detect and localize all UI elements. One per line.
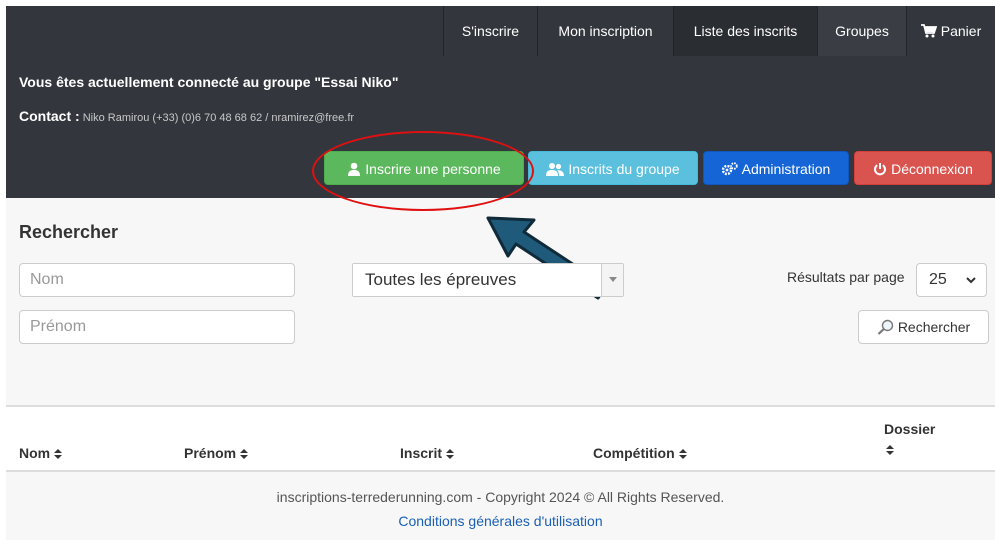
nav-cart[interactable]: Panier bbox=[906, 6, 995, 56]
event-select-value: Toutes les épreuves bbox=[365, 270, 517, 289]
results-per-page-value: 25 bbox=[929, 271, 947, 288]
magnifier-icon bbox=[877, 319, 894, 335]
caret-down-icon bbox=[609, 277, 617, 282]
results-table-header: Nom Prénom Inscrit Compétition Dossier bbox=[6, 405, 995, 472]
footer-copyright: inscriptions-terrederunning.com - Copyri… bbox=[276, 489, 725, 505]
page-frame: S'inscrire Mon inscription Liste des ins… bbox=[6, 6, 995, 540]
nav-cart-label: Panier bbox=[940, 23, 982, 39]
group-members-label: Inscrits du groupe bbox=[568, 161, 680, 177]
column-nom-label: Nom bbox=[19, 445, 51, 461]
chevron-down-icon bbox=[966, 277, 976, 284]
column-inscrit[interactable]: Inscrit bbox=[400, 445, 455, 461]
column-competition-label: Compétition bbox=[593, 445, 675, 461]
nav-my-registration[interactable]: Mon inscription bbox=[537, 6, 673, 56]
column-prenom[interactable]: Prénom bbox=[184, 445, 249, 461]
contact-info: Niko Ramirou (+33) (0)6 70 48 68 62 / nr… bbox=[82, 112, 355, 124]
sort-icon bbox=[240, 449, 249, 459]
search-button[interactable]: Rechercher bbox=[858, 310, 989, 344]
administration-button[interactable]: Administration bbox=[703, 151, 849, 185]
prenom-input[interactable]: Prénom bbox=[19, 310, 295, 344]
logout-button[interactable]: Déconnexion bbox=[854, 151, 992, 185]
search-button-label: Rechercher bbox=[897, 319, 971, 335]
column-dossier-label: Dossier bbox=[884, 421, 936, 437]
user-icon bbox=[348, 162, 361, 176]
power-icon bbox=[874, 163, 887, 176]
results-per-page-select[interactable]: 25 bbox=[916, 263, 987, 297]
event-select-toggle[interactable] bbox=[601, 264, 623, 296]
users-icon bbox=[546, 163, 565, 176]
group-contact: Contact : Niko Ramirou (+33) (0)6 70 48 … bbox=[19, 108, 354, 124]
group-header: Vous êtes actuellement connecté au group… bbox=[6, 56, 995, 198]
sort-icon bbox=[678, 449, 687, 459]
sort-icon bbox=[54, 449, 63, 459]
results-per-page-label: Résultats par page bbox=[787, 269, 905, 285]
nav-signup[interactable]: S'inscrire bbox=[443, 6, 537, 56]
column-prenom-label: Prénom bbox=[184, 445, 237, 461]
cart-icon bbox=[920, 24, 937, 38]
nom-input[interactable]: Nom bbox=[19, 263, 295, 297]
column-competition[interactable]: Compétition bbox=[593, 445, 687, 461]
sort-icon bbox=[886, 445, 894, 455]
group-title: Vous êtes actuellement connecté au group… bbox=[19, 74, 399, 90]
register-person-button[interactable]: Inscrire une personne bbox=[324, 151, 524, 185]
column-nom[interactable]: Nom bbox=[19, 445, 63, 461]
column-inscrit-label: Inscrit bbox=[400, 445, 443, 461]
gears-icon bbox=[721, 162, 738, 176]
nav-groups[interactable]: Groupes bbox=[817, 6, 906, 56]
column-dossier[interactable]: Dossier bbox=[884, 421, 935, 457]
administration-label: Administration bbox=[741, 161, 831, 177]
nav-registered-list[interactable]: Liste des inscrits bbox=[673, 6, 817, 56]
search-title: Rechercher bbox=[19, 222, 119, 242]
event-select[interactable]: Toutes les épreuves bbox=[352, 263, 624, 297]
terms-link[interactable]: Conditions générales d'utilisation bbox=[6, 513, 995, 529]
logout-label: Déconnexion bbox=[891, 161, 973, 177]
register-person-label: Inscrire une personne bbox=[365, 161, 501, 177]
top-navbar: S'inscrire Mon inscription Liste des ins… bbox=[6, 6, 995, 56]
contact-label: Contact : bbox=[19, 108, 80, 124]
sort-icon bbox=[446, 449, 455, 459]
group-members-button[interactable]: Inscrits du groupe bbox=[528, 151, 698, 185]
